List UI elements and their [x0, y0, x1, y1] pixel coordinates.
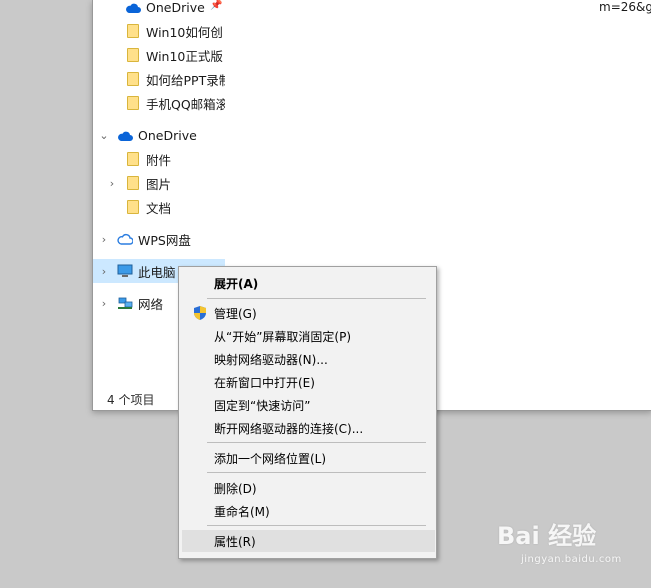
nav-item-folder[interactable]: 附件	[93, 147, 225, 171]
folder-icon	[127, 24, 139, 38]
baidu-jingyan-watermark: Bai 经验 jingyan.baidu.com	[497, 522, 622, 565]
nav-item-label: Win10如何创	[146, 24, 223, 40]
nav-item-onedrive[interactable]: ⌄ OneDrive	[93, 123, 225, 147]
nav-item-folder[interactable]: 文档	[93, 195, 225, 219]
nav-item-label: 手机QQ邮箱滚	[146, 96, 225, 112]
computer-icon	[117, 264, 133, 277]
menu-separator	[207, 442, 426, 443]
menu-item-delete[interactable]: 删除(D)	[182, 477, 435, 499]
nav-item-onedrive-pinned[interactable]: OneDrive 📌	[93, 0, 225, 19]
context-menu: 展开(A) 管理(G) 从“开始”屏幕取消固定(P) 映射网络驱动器(N)...…	[178, 266, 437, 559]
chevron-right-icon[interactable]: ›	[107, 177, 117, 190]
nav-item-label: WPS网盘	[138, 232, 191, 248]
menu-item-manage[interactable]: 管理(G)	[182, 302, 435, 324]
status-bar-item-count: 4 个项目	[107, 393, 155, 407]
nav-item-label: OneDrive	[138, 127, 197, 143]
menu-item-add-network-location[interactable]: 添加一个网络位置(L)	[182, 447, 435, 469]
menu-item-pin-quick-access[interactable]: 固定到“快速访问”	[182, 394, 435, 416]
pin-icon: 📌	[210, 0, 223, 11]
nav-item-folder[interactable]: Win10正式版	[93, 43, 225, 67]
chevron-right-icon[interactable]: ›	[99, 297, 109, 310]
nav-item-folder[interactable]: › 图片	[93, 171, 225, 195]
network-icon	[118, 297, 133, 309]
nav-item-label: 如何给PPT录制	[146, 72, 225, 88]
nav-item-label: 图片	[146, 176, 172, 192]
nav-item-label: 附件	[146, 152, 172, 168]
onedrive-cloud-icon	[126, 3, 141, 14]
folder-icon	[127, 48, 139, 62]
nav-item-label: OneDrive	[146, 0, 205, 15]
nav-item-folder[interactable]: 手机QQ邮箱滚	[93, 91, 225, 115]
menu-item-expand[interactable]: 展开(A)	[182, 272, 435, 294]
menu-separator	[207, 298, 426, 299]
nav-item-folder[interactable]: 如何给PPT录制	[93, 67, 225, 91]
menu-separator	[207, 472, 426, 473]
menu-item-properties[interactable]: 属性(R)	[182, 530, 435, 552]
folder-icon	[127, 96, 139, 110]
menu-item-map-network-drive[interactable]: 映射网络驱动器(N)...	[182, 348, 435, 370]
wps-cloud-icon	[117, 233, 133, 245]
menu-separator	[207, 525, 426, 526]
nav-item-wps-drive[interactable]: › WPS网盘	[93, 227, 225, 251]
nav-item-label: 文档	[146, 200, 172, 216]
onedrive-cloud-icon	[118, 131, 133, 141]
folder-icon	[127, 176, 139, 190]
nav-item-label: Win10正式版	[146, 48, 223, 64]
nav-item-folder[interactable]: Win10如何创	[93, 19, 225, 43]
content-url-fragment: m=26&g	[599, 0, 651, 14]
folder-icon	[127, 72, 139, 86]
chevron-down-icon[interactable]: ⌄	[99, 129, 109, 142]
nav-item-label: 此电脑	[138, 264, 176, 280]
chevron-right-icon[interactable]: ›	[99, 265, 109, 278]
nav-item-label: 网络	[138, 296, 164, 312]
menu-item-open-new-window[interactable]: 在新窗口中打开(E)	[182, 371, 435, 393]
menu-item-unpin-start[interactable]: 从“开始”屏幕取消固定(P)	[182, 325, 435, 347]
folder-icon	[127, 200, 139, 214]
menu-item-rename[interactable]: 重命名(M)	[182, 500, 435, 522]
menu-item-disconnect-network-drive[interactable]: 断开网络驱动器的连接(C)...	[182, 417, 435, 439]
folder-icon	[127, 152, 139, 166]
uac-shield-icon	[194, 306, 206, 320]
chevron-right-icon[interactable]: ›	[99, 233, 109, 246]
